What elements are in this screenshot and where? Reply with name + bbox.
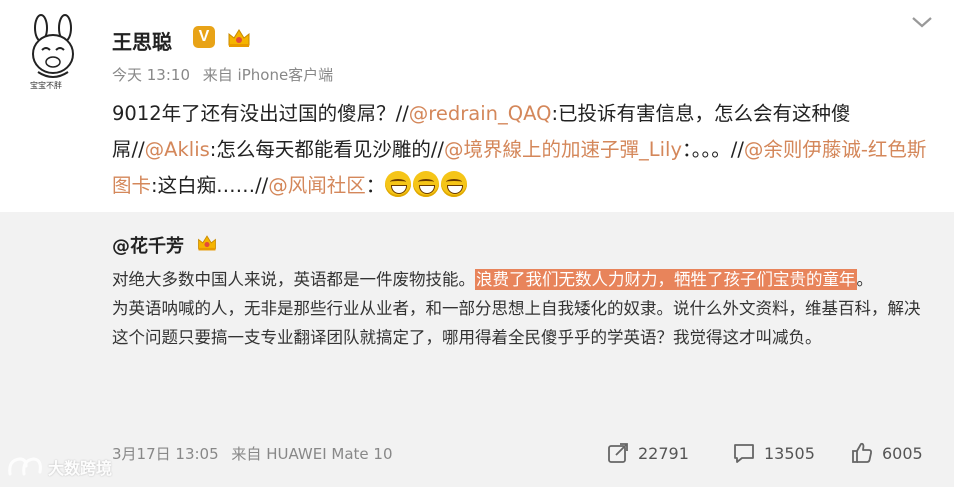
- grinning-face-emoji: [385, 171, 412, 197]
- watermark-logo-icon: [8, 457, 42, 476]
- original-post: 宝宝不胖 王思聪 V 今天 13:10 来自 iPhone客户端 9012年了还…: [0, 0, 954, 212]
- grinning-face-emoji: [413, 171, 440, 197]
- post-text-content: 9012年了还有没出过国的傻屌？//@redrain_QAQ:已投诉有害信息，怎…: [112, 102, 926, 197]
- share-icon: [608, 443, 628, 463]
- emoji-group: [385, 171, 469, 197]
- post-meta: 今天 13:10 来自 iPhone客户端: [112, 64, 333, 85]
- share-count: 22791: [638, 443, 689, 463]
- vip-crown-icon[interactable]: [196, 231, 218, 253]
- comment-count: 13505: [764, 443, 815, 463]
- post-text-segment: :怎么每天都能看见沙雕的//: [209, 138, 444, 161]
- post-source: 来自 iPhone客户端: [202, 66, 334, 84]
- mention-link[interactable]: @境界線上的加速子彈_Lily: [444, 138, 682, 161]
- highlighted-text: 浪费了我们无数人力财力，牺牲了孩子们宝贵的童年: [475, 269, 857, 290]
- post-text-segment: 9012年了还有没出过国的傻屌？//: [112, 102, 409, 125]
- vip-crown-icon[interactable]: [226, 25, 252, 49]
- like-count: 6005: [882, 443, 923, 463]
- repost-paragraph-1: 对绝大多数中国人来说，英语都是一件废物技能。浪费了我们无数人力财力，牺牲了孩子们…: [112, 265, 934, 294]
- post-text-segment: ：: [365, 174, 386, 197]
- grinning-face-emoji: [441, 171, 468, 197]
- repost-text-before: 对绝大多数中国人来说，英语都是一件废物技能。: [112, 270, 475, 289]
- watermark: 大数跨境: [6, 454, 112, 480]
- repost-paragraph-2: 为英语呐喊的人，无非是那些行业从业者，和一部分思想上自我矮化的奴隶。说什么外文资…: [112, 299, 921, 347]
- post-text-segment: ：。。。//: [682, 138, 744, 161]
- repost-text-after: 。: [856, 270, 874, 289]
- verified-icon: V: [193, 26, 215, 48]
- repost-text: 对绝大多数中国人来说，英语都是一件废物技能。浪费了我们无数人力财力，牺牲了孩子们…: [112, 265, 934, 352]
- comment-button[interactable]: 13505: [732, 440, 815, 466]
- repost-source: 来自 HUAWEI Mate 10: [231, 445, 393, 463]
- repost-author[interactable]: @花千芳: [112, 232, 184, 258]
- comment-icon: [734, 444, 754, 463]
- chevron-down-icon[interactable]: [910, 14, 934, 30]
- mention-link[interactable]: @Aklis: [145, 138, 210, 161]
- mention-link[interactable]: @风闻社区: [268, 174, 366, 197]
- repost-meta: 3月17日 13:05 来自 HUAWEI Mate 10: [112, 443, 393, 464]
- mention-link[interactable]: @redrain_QAQ: [409, 102, 552, 125]
- avatar-caption: 宝宝不胖: [30, 81, 62, 90]
- repost-time: 3月17日 13:05: [112, 445, 219, 463]
- share-button[interactable]: 22791: [606, 440, 689, 466]
- avatar[interactable]: [20, 14, 90, 88]
- thumbs-up-icon: [852, 442, 872, 463]
- username[interactable]: 王思聪: [112, 26, 172, 55]
- post-text: 9012年了还有没出过国的傻屌？//@redrain_QAQ:已投诉有害信息，怎…: [112, 96, 932, 204]
- watermark-text: 大数跨境: [48, 459, 113, 478]
- post-text-segment: :这白痴……//: [151, 174, 269, 197]
- post-time: 今天 13:10: [112, 66, 190, 84]
- like-button[interactable]: 6005: [850, 440, 923, 466]
